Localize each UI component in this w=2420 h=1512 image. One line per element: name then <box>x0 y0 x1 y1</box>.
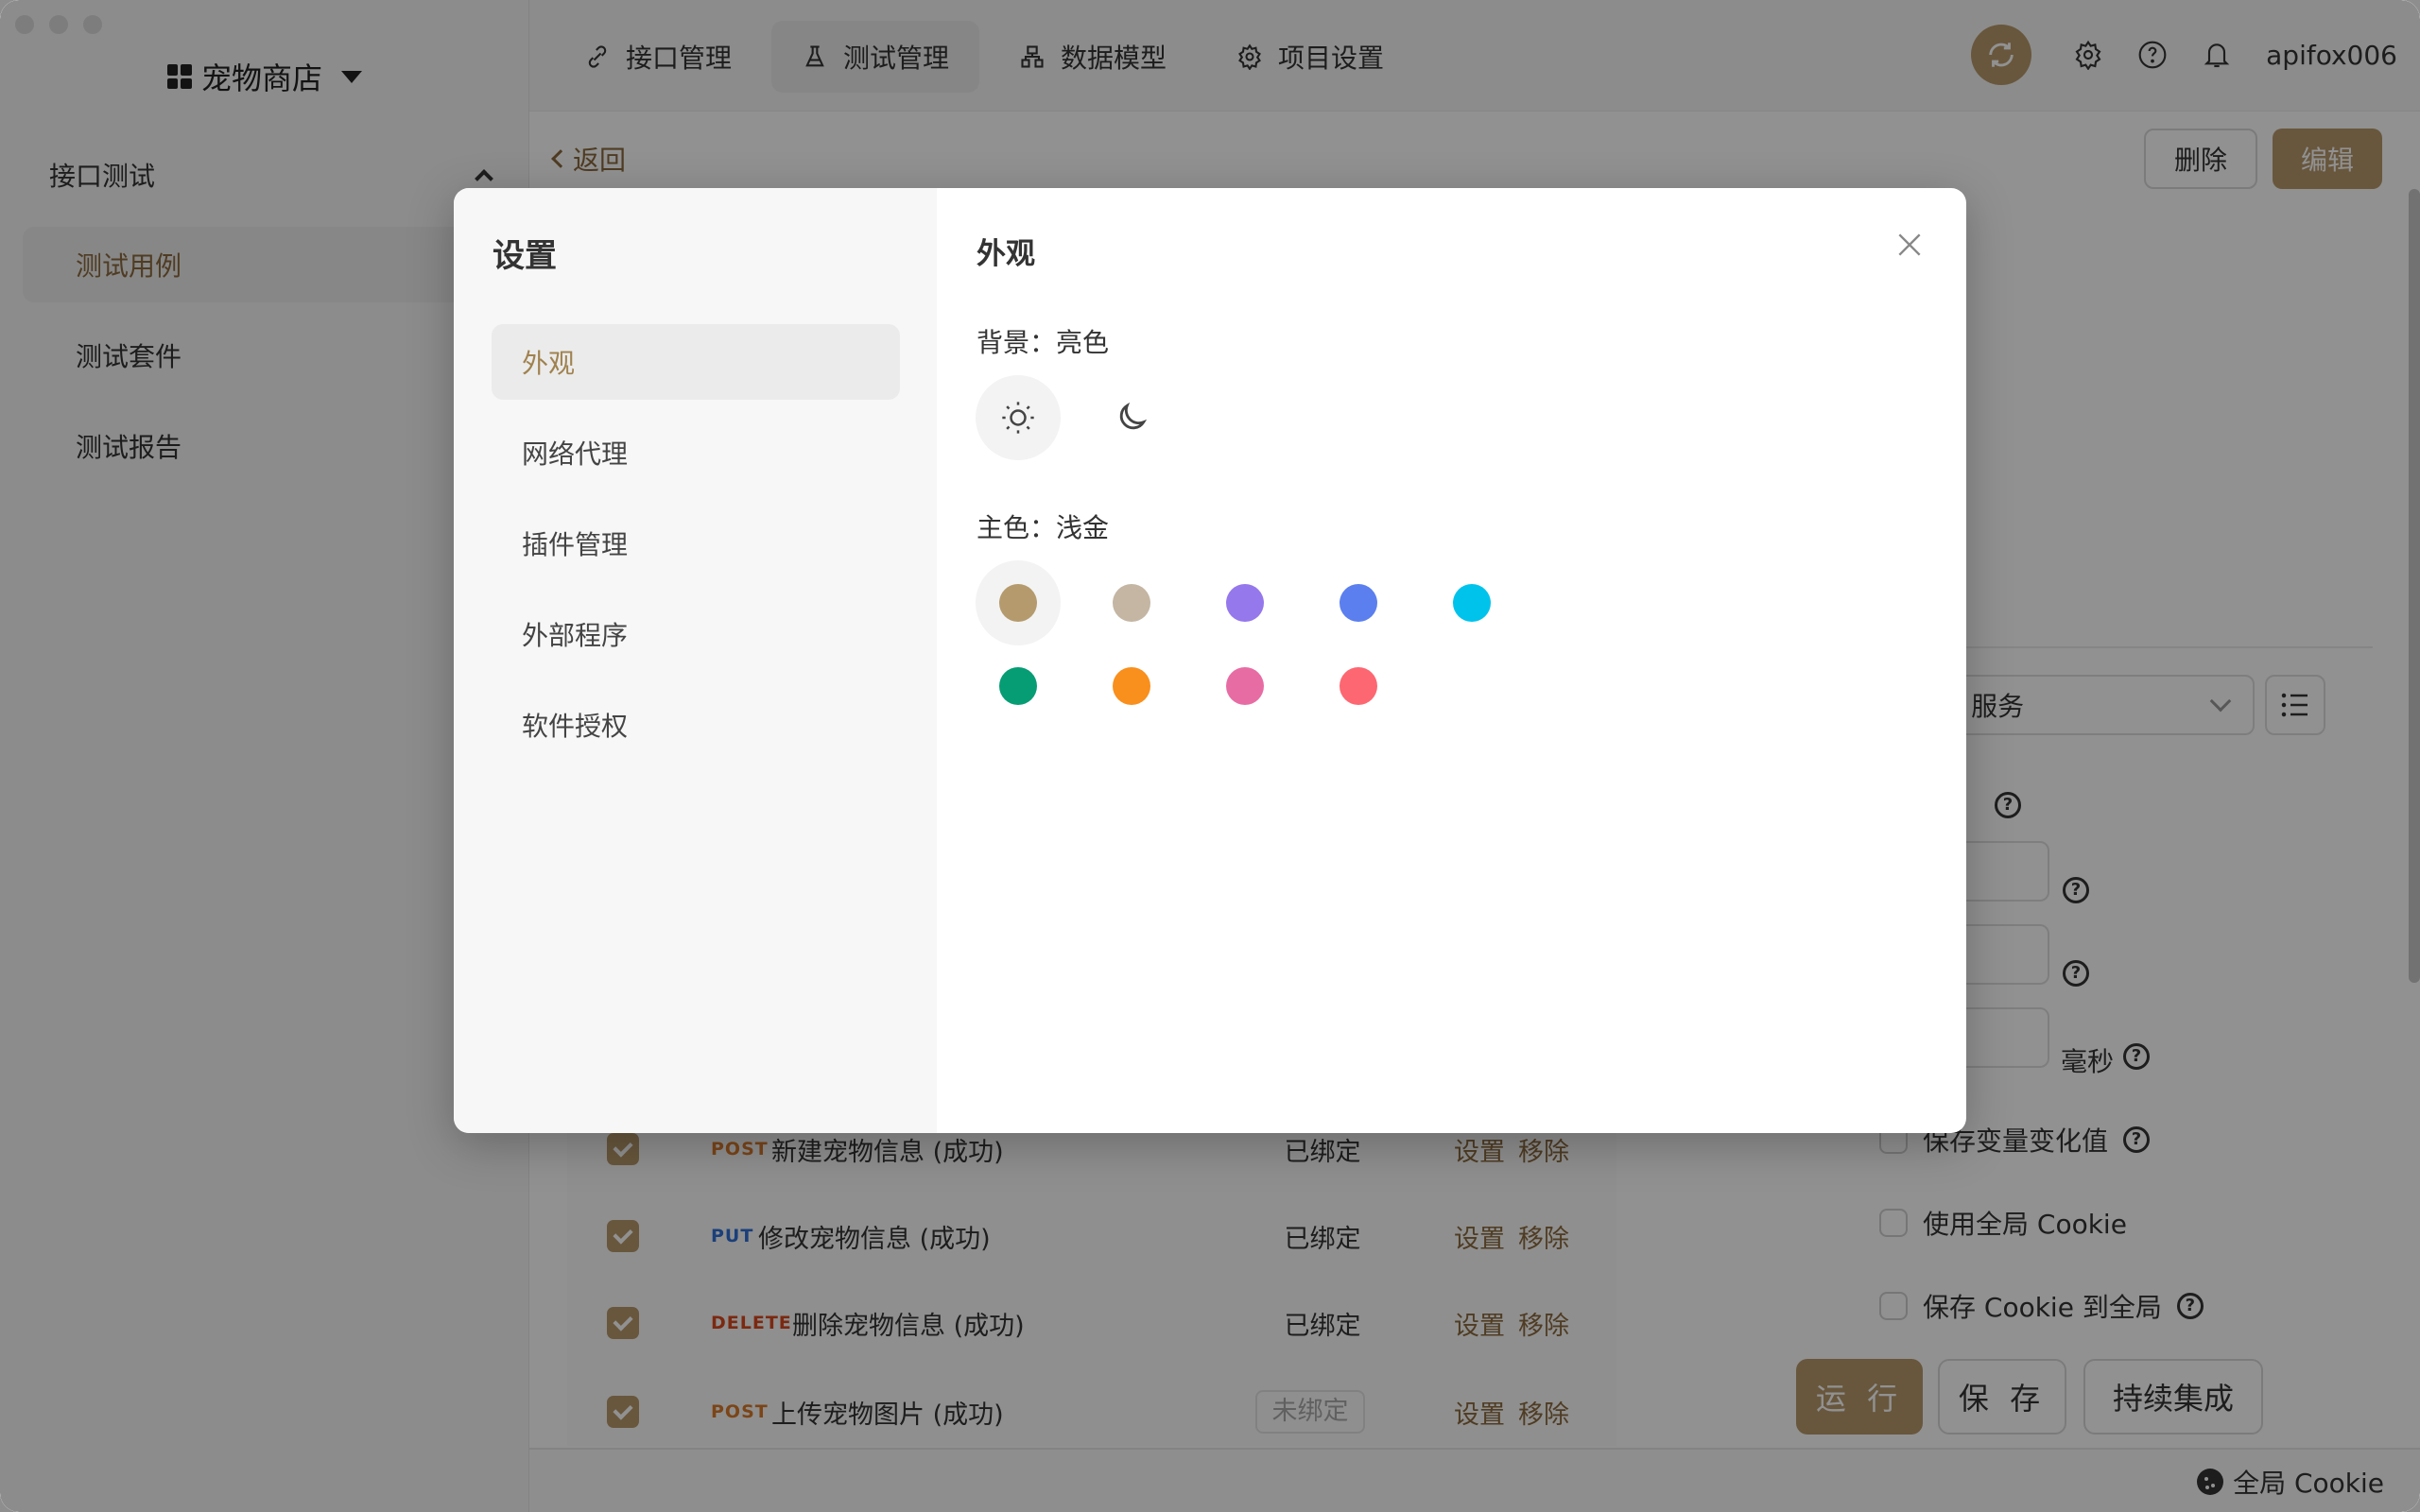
color-swatch <box>1226 667 1264 705</box>
color-swatch <box>1113 667 1150 705</box>
color-swatch <box>999 667 1037 705</box>
theme-light-option[interactable] <box>976 375 1061 460</box>
close-icon[interactable] <box>1894 230 1925 260</box>
color-swatch <box>1340 584 1377 622</box>
settings-nav-external-programs[interactable]: 外部程序 <box>492 596 900 672</box>
color-swatch <box>1453 584 1491 622</box>
color-swatch-option[interactable] <box>1089 560 1174 645</box>
color-swatch-option[interactable] <box>1089 644 1174 729</box>
color-swatch <box>1113 584 1150 622</box>
section-title: 外观 <box>977 237 1035 271</box>
settings-nav-appearance[interactable]: 外观 <box>492 324 900 400</box>
settings-nav-license[interactable]: 软件授权 <box>492 687 900 763</box>
color-swatch-option[interactable] <box>1316 644 1401 729</box>
nav-label: 插件管理 <box>522 529 629 560</box>
settings-modal: 设置 外观 网络代理 插件管理 外部程序 软件授权 外观 背景：亮色 主色：浅金 <box>454 188 1966 1133</box>
settings-nav-plugins[interactable]: 插件管理 <box>492 506 900 581</box>
theme-dark-option[interactable] <box>1089 375 1174 460</box>
primary-color-label: 主色：浅金 <box>977 512 1110 543</box>
sun-icon <box>1002 402 1034 434</box>
settings-nav-proxy[interactable]: 网络代理 <box>492 415 900 490</box>
moon-icon <box>1119 402 1148 430</box>
settings-nav: 设置 外观 网络代理 插件管理 外部程序 软件授权 <box>454 188 937 1133</box>
color-swatch-option[interactable] <box>1316 560 1401 645</box>
color-swatch-option[interactable] <box>1202 560 1288 645</box>
nav-label: 软件授权 <box>522 711 629 742</box>
color-swatch <box>1340 667 1377 705</box>
modal-title: 设置 <box>493 237 557 275</box>
color-swatch <box>999 584 1037 622</box>
color-swatch-option[interactable] <box>1202 644 1288 729</box>
color-swatch <box>1226 584 1264 622</box>
nav-label: 外观 <box>522 348 576 379</box>
nav-label: 外部程序 <box>522 620 629 651</box>
color-swatch-option[interactable] <box>1429 560 1514 645</box>
settings-content: 外观 背景：亮色 主色：浅金 <box>937 188 1966 1133</box>
background-label: 背景：亮色 <box>977 327 1110 358</box>
color-swatch-option[interactable] <box>976 560 1061 645</box>
nav-label: 网络代理 <box>522 438 629 470</box>
app-window: 宠物商店 接口测试 测试用例 测试套件 测试报告 接口管理 测试管理 数据模型 <box>0 0 2420 1512</box>
color-swatch-option[interactable] <box>976 644 1061 729</box>
